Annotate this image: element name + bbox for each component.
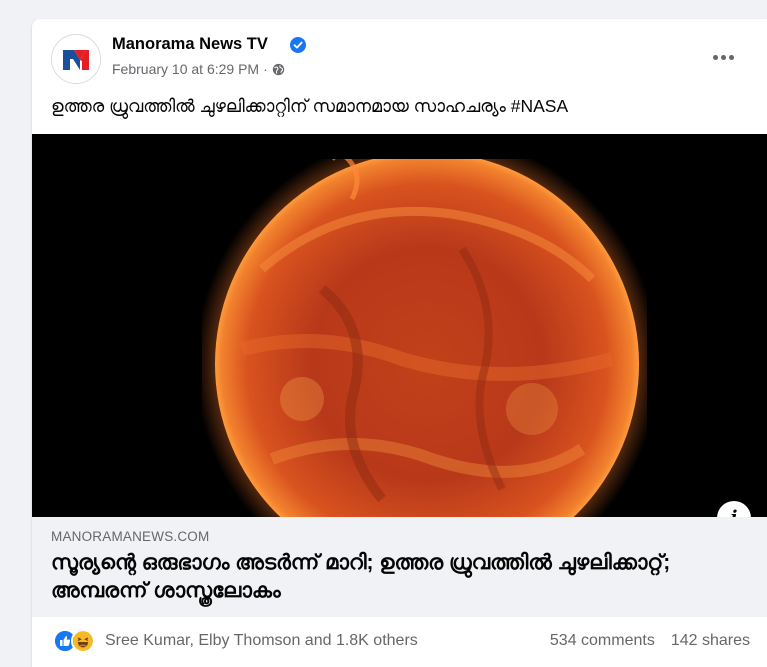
post-header: Manorama News TV February 10 at 6:29 PM …: [32, 19, 767, 89]
link-domain: MANORAMANEWS.COM: [51, 529, 210, 544]
page-avatar[interactable]: [51, 34, 101, 84]
link-preview[interactable]: MANORAMANEWS.COM സൂര്യന്റെ ഒരുഭാഗം അടർന്…: [32, 517, 767, 617]
page-name[interactable]: Manorama News TV: [112, 35, 268, 54]
globe-icon: [272, 63, 284, 75]
more-dot: [713, 55, 718, 60]
engagement-counts: 534 comments 142 shares: [550, 632, 750, 650]
post-image[interactable]: i: [32, 134, 767, 517]
post-card: Manorama News TV February 10 at 6:29 PM …: [32, 19, 767, 667]
more-dot: [729, 55, 734, 60]
reactors-text[interactable]: Sree Kumar, Elby Thomson and 1.8K others: [105, 632, 418, 650]
haha-icon: [71, 629, 95, 653]
reaction-icons[interactable]: [53, 629, 97, 653]
post-meta: February 10 at 6:29 PM ·: [112, 61, 285, 77]
more-options-button[interactable]: [713, 53, 737, 63]
image-info-button[interactable]: i: [717, 501, 751, 517]
link-title[interactable]: സൂര്യന്റെ ഒരുഭാഗം അടർന്ന് മാറി; ഉത്തര ധ്…: [51, 549, 741, 605]
shares-count[interactable]: 142 shares: [671, 632, 750, 650]
comments-count[interactable]: 534 comments: [550, 632, 655, 650]
post-timestamp[interactable]: February 10 at 6:29 PM: [112, 61, 259, 77]
sun-image: [202, 159, 647, 517]
verified-badge-icon: [290, 37, 306, 53]
post-caption: ഉത്തര ധ്രുവത്തിൽ ചുഴലിക്കാറ്റിന് സമാനമായ…: [51, 96, 569, 116]
engagement-bar: Sree Kumar, Elby Thomson and 1.8K others…: [32, 617, 767, 667]
meta-separator: ·: [263, 61, 268, 77]
more-dot: [721, 55, 726, 60]
manorama-logo-icon: [52, 35, 100, 83]
